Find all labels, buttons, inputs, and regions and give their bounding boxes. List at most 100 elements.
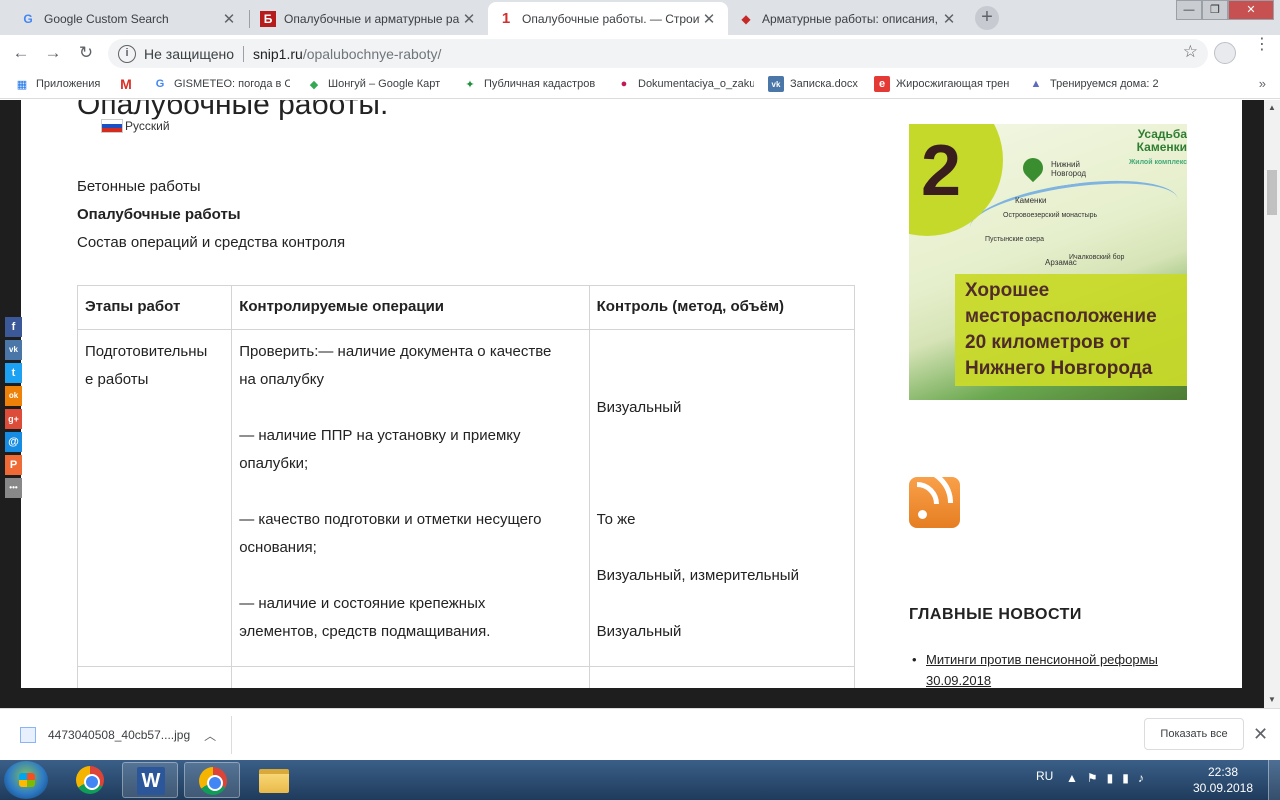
web-page: Опалубочные работы. Русский Бетонные раб… (21, 100, 1242, 688)
url-path: /opalubochnye-raboty/ (302, 45, 442, 62)
back-button[interactable]: ← (9, 41, 33, 65)
map-pin-icon (1018, 153, 1048, 183)
new-tab-button[interactable]: + (975, 6, 999, 30)
tab-strip: G Google Custom Search ✕ Б Опалубочные и… (0, 0, 1280, 35)
operation-text: элементов, средств подмащивания. (239, 623, 491, 640)
tab-close-icon[interactable]: ✕ (460, 10, 478, 28)
browser-toolbar: ← → ↻ i Не защищено snip1.ru /opalubochn… (0, 35, 1280, 71)
empty-cell (588, 666, 856, 688)
tab-google-custom-search[interactable]: G Google Custom Search ✕ (10, 2, 248, 35)
minimize-button[interactable]: — (1176, 0, 1202, 20)
operations-cell: Проверить:— наличие документа о качестве… (231, 329, 590, 667)
ad-text-line: Хорошее (965, 280, 1050, 301)
taskbar-word[interactable]: W (122, 762, 178, 798)
bookmark-home-training[interactable]: ▲ Тренируемся дома: 2 (1028, 76, 1168, 92)
clock-date: 30.09.2018 (1192, 781, 1254, 795)
bookmark-apps[interactable]: ▦ Приложения (14, 76, 114, 92)
download-item[interactable]: 4473040508_40cb57....jpg ︿ (12, 716, 232, 754)
info-icon[interactable]: i (118, 44, 136, 63)
bookmark-zapiska[interactable]: vk Записка.docx (768, 76, 868, 92)
chevron-up-icon[interactable]: ︿ (204, 727, 216, 744)
address-bar[interactable]: i Не защищено snip1.ru /opalubochnye-rab… (108, 39, 1208, 68)
ad-banner: Хорошее месторасположение 20 километров … (955, 274, 1187, 386)
news-list: Митинги против пенсионной реформы 30.09.… (909, 649, 1209, 688)
stage-cell: Подготовительны е работы (76, 329, 233, 667)
taskbar-explorer[interactable] (246, 762, 302, 798)
operation-text: — качество подготовки и отметки несущего (239, 511, 542, 528)
scroll-thumb[interactable] (1267, 170, 1277, 215)
scroll-up-arrow-icon[interactable]: ▲ (1264, 100, 1280, 116)
share-twitter-icon[interactable]: t (5, 363, 22, 383)
snip-favicon-icon: 1 (501, 10, 511, 27)
tab-opalubochnye-armaturnye[interactable]: Б Опалубочные и арматурные работ ✕ (250, 2, 488, 35)
ad-logo-text: Усадьба Каменки (1136, 127, 1187, 154)
ad-town-label: Островоезерский монастырь (1003, 212, 1098, 219)
share-more-icon[interactable]: ••• (5, 478, 22, 498)
ad-logo-subtitle: Жилой комплекс (1128, 159, 1187, 166)
share-googleplus-icon[interactable]: g+ (5, 409, 22, 429)
bookmark-label: Приложения (36, 78, 101, 90)
bookmarks-overflow-button[interactable]: » (1259, 76, 1266, 91)
bookmark-label: Dokumentaciya_o_zaku (638, 78, 754, 90)
bookmark-gismeteo[interactable]: G GISMETEO: погода в С (152, 76, 290, 92)
profile-avatar[interactable] (1214, 42, 1236, 64)
scroll-down-arrow-icon[interactable]: ▼ (1264, 692, 1280, 708)
bookmark-label: GISMETEO: погода в С (174, 78, 290, 90)
ad-town-label: Каменки (1015, 196, 1047, 205)
operations-table: Этапы работ Контролируемые операции Конт… (76, 285, 856, 688)
reload-button[interactable]: ↻ (74, 41, 98, 65)
bookmark-google-maps[interactable]: ◆ Шонгуй – Google Карт (306, 76, 446, 92)
cadastral-icon: ✦ (465, 78, 475, 91)
url-host: snip1.ru (253, 45, 303, 62)
tab-title: Опалубочные и арматурные работ (284, 11, 460, 26)
maps-pin-icon: ◆ (309, 78, 319, 91)
share-email-icon[interactable]: @ (5, 432, 22, 452)
image-file-icon (20, 727, 36, 743)
section-subtitle: Состав операций и средства контроля (77, 234, 346, 251)
real-estate-ad[interactable]: 2 Усадьба Каменки Жилой комплекс Нижний … (909, 124, 1187, 400)
gmail-icon: M (120, 76, 132, 92)
maximize-button[interactable]: ❐ (1202, 0, 1228, 20)
start-button[interactable] (4, 761, 48, 799)
bookmark-cadastral[interactable]: ✦ Публичная кадастров (462, 76, 600, 92)
news-link[interactable]: Митинги против пенсионной реформы 30.09.… (926, 652, 1158, 688)
share-vk-icon[interactable]: vk (5, 340, 22, 360)
share-pinterest-icon[interactable]: P (5, 455, 22, 475)
system-tray-icons[interactable]: ▲⚑▮▮♪ (1066, 771, 1153, 785)
close-download-bar-icon[interactable]: ✕ (1253, 724, 1268, 745)
site-favicon-icon: Б (260, 10, 276, 27)
tab-close-icon[interactable]: ✕ (700, 10, 718, 28)
taskbar-chrome-pinned[interactable] (62, 762, 118, 798)
taskbar-chrome-open[interactable] (184, 762, 240, 798)
tab-armaturnye-raboty[interactable]: ◆ Арматурные работы: описания, эта ✕ (728, 2, 968, 35)
tab-opalubochnye-raboty-active[interactable]: 1 Опалубочные работы. — Строител ✕ (488, 2, 728, 35)
ad-text-line: Нижнего Новгорода (965, 358, 1153, 379)
page-viewport: Опалубочные работы. Русский Бетонные раб… (0, 100, 1264, 708)
tab-close-icon[interactable]: ✕ (220, 10, 238, 28)
bookmark-label: Публичная кадастров (484, 78, 596, 90)
system-clock[interactable]: 22:38 30.09.2018 (1188, 764, 1258, 796)
truck-icon: ◆ (741, 11, 751, 26)
show-desktop-button[interactable] (1268, 760, 1280, 800)
rss-icon[interactable] (909, 477, 960, 528)
language-switcher[interactable]: Русский (101, 119, 170, 133)
show-all-downloads-button[interactable]: Показать все (1144, 718, 1244, 750)
chrome-menu-button[interactable]: ⋮ (1254, 37, 1270, 53)
ad-number: 2 (921, 131, 962, 211)
language-label: Русский (125, 119, 170, 133)
bookmark-star-icon[interactable]: ☆ (1183, 42, 1198, 62)
close-window-button[interactable]: ✕ (1228, 0, 1274, 20)
bookmark-documentation[interactable]: ● Dokumentaciya_o_zaku (616, 76, 754, 92)
tab-title: Арматурные работы: описания, эта (762, 11, 940, 26)
bookmark-gmail[interactable]: M (118, 76, 140, 92)
share-facebook-icon[interactable]: f (5, 317, 22, 337)
category-concrete-works[interactable]: Бетонные работы (77, 178, 201, 195)
page-scrollbar[interactable]: ▲ ▼ (1264, 100, 1280, 708)
word-icon: W (137, 767, 165, 795)
bookmark-fat-burning[interactable]: e Жиросжигающая трен (874, 76, 1012, 92)
forward-button[interactable]: → (41, 41, 65, 65)
input-language-indicator[interactable]: RU (1036, 769, 1053, 783)
tab-close-icon[interactable]: ✕ (940, 10, 958, 28)
share-odnoklassniki-icon[interactable]: ok (5, 386, 22, 406)
russian-flag-icon (101, 119, 123, 133)
